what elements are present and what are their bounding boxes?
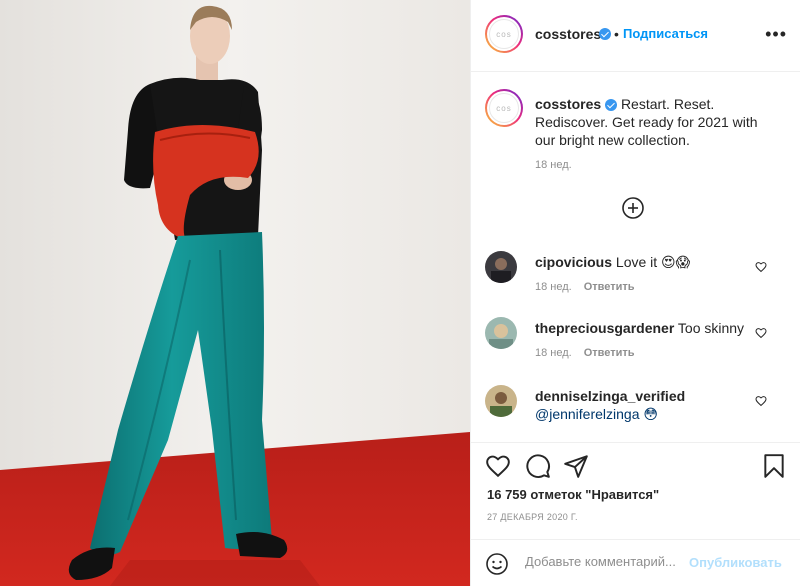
heart-icon[interactable] <box>485 453 511 479</box>
comment-text: Love it 😍😱 <box>615 254 691 270</box>
commenter-avatar[interactable] <box>485 251 517 283</box>
reply-button[interactable]: Ответить <box>584 281 635 293</box>
follow-button[interactable]: Подписаться <box>623 26 708 41</box>
comment-item: denniselzinga_verified @jenniferelzinga … <box>471 385 800 441</box>
verified-badge-icon <box>605 99 618 112</box>
comment-item: cipovicious Love it 😍😱 18 нед. Ответить <box>471 251 800 315</box>
comment-time[interactable]: 18 нед. <box>535 281 572 293</box>
heart-icon[interactable] <box>755 395 767 407</box>
bookmark-icon[interactable] <box>761 453 787 479</box>
caption-time[interactable]: 18 нед. <box>535 159 572 171</box>
comment-text[interactable]: @jenniferelzinga 😳 <box>535 406 658 422</box>
profile-avatar[interactable]: cos <box>485 15 523 53</box>
publish-button[interactable]: Опубликовать <box>689 555 782 570</box>
plus-circle-icon[interactable] <box>621 196 645 220</box>
separator-dot: • <box>614 26 619 42</box>
like-count[interactable]: 16 759 отметок "Нравится" <box>487 487 659 502</box>
post-photo[interactable] <box>0 0 470 586</box>
caption-username[interactable]: cosstores <box>535 96 601 112</box>
comments-list[interactable]: cos cosstores Restart. Reset. Rediscover… <box>471 73 800 441</box>
profile-username[interactable]: cosstores <box>535 26 601 42</box>
comment-input[interactable] <box>525 554 695 569</box>
more-options-icon[interactable]: ••• <box>765 24 787 45</box>
post-actions: 16 759 отметок "Нравится" 27 ДЕКАБРЯ 202… <box>471 442 800 586</box>
avatar-logo: cos <box>489 93 519 123</box>
share-icon[interactable] <box>563 453 589 479</box>
avatar-logo: cos <box>489 19 519 49</box>
reply-button[interactable]: Ответить <box>584 347 635 359</box>
commenter-avatar[interactable] <box>485 385 517 417</box>
fashion-photo <box>0 0 470 586</box>
commenter-avatar[interactable] <box>485 317 517 349</box>
post-header: cos cosstores • Подписаться ••• <box>471 0 800 72</box>
caption-avatar[interactable]: cos <box>485 89 523 127</box>
commenter-username[interactable]: cipovicious <box>535 254 612 270</box>
heart-icon[interactable] <box>755 327 767 339</box>
post-sidebar: cos cosstores • Подписаться ••• cos coss… <box>470 0 800 586</box>
emoji-icon[interactable] <box>485 552 509 576</box>
add-comment-bar: Опубликовать <box>471 539 800 586</box>
heart-icon[interactable] <box>755 261 767 273</box>
commenter-username[interactable]: denniselzinga_verified <box>535 388 685 404</box>
caption: cosstores Restart. Reset. Rediscover. Ge… <box>535 95 775 149</box>
comment-item: thepreciousgardener Too skinny 18 нед. От… <box>471 317 800 381</box>
comment-text: Too skinny <box>677 320 745 336</box>
post-date[interactable]: 27 ДЕКАБРЯ 2020 Г. <box>487 512 578 522</box>
commenter-username[interactable]: thepreciousgardener <box>535 320 674 336</box>
verified-badge-icon <box>599 28 611 40</box>
comment-time[interactable]: 18 нед. <box>535 347 572 359</box>
instagram-post: cos cosstores • Подписаться ••• cos coss… <box>0 0 800 586</box>
comment-icon[interactable] <box>525 453 551 479</box>
